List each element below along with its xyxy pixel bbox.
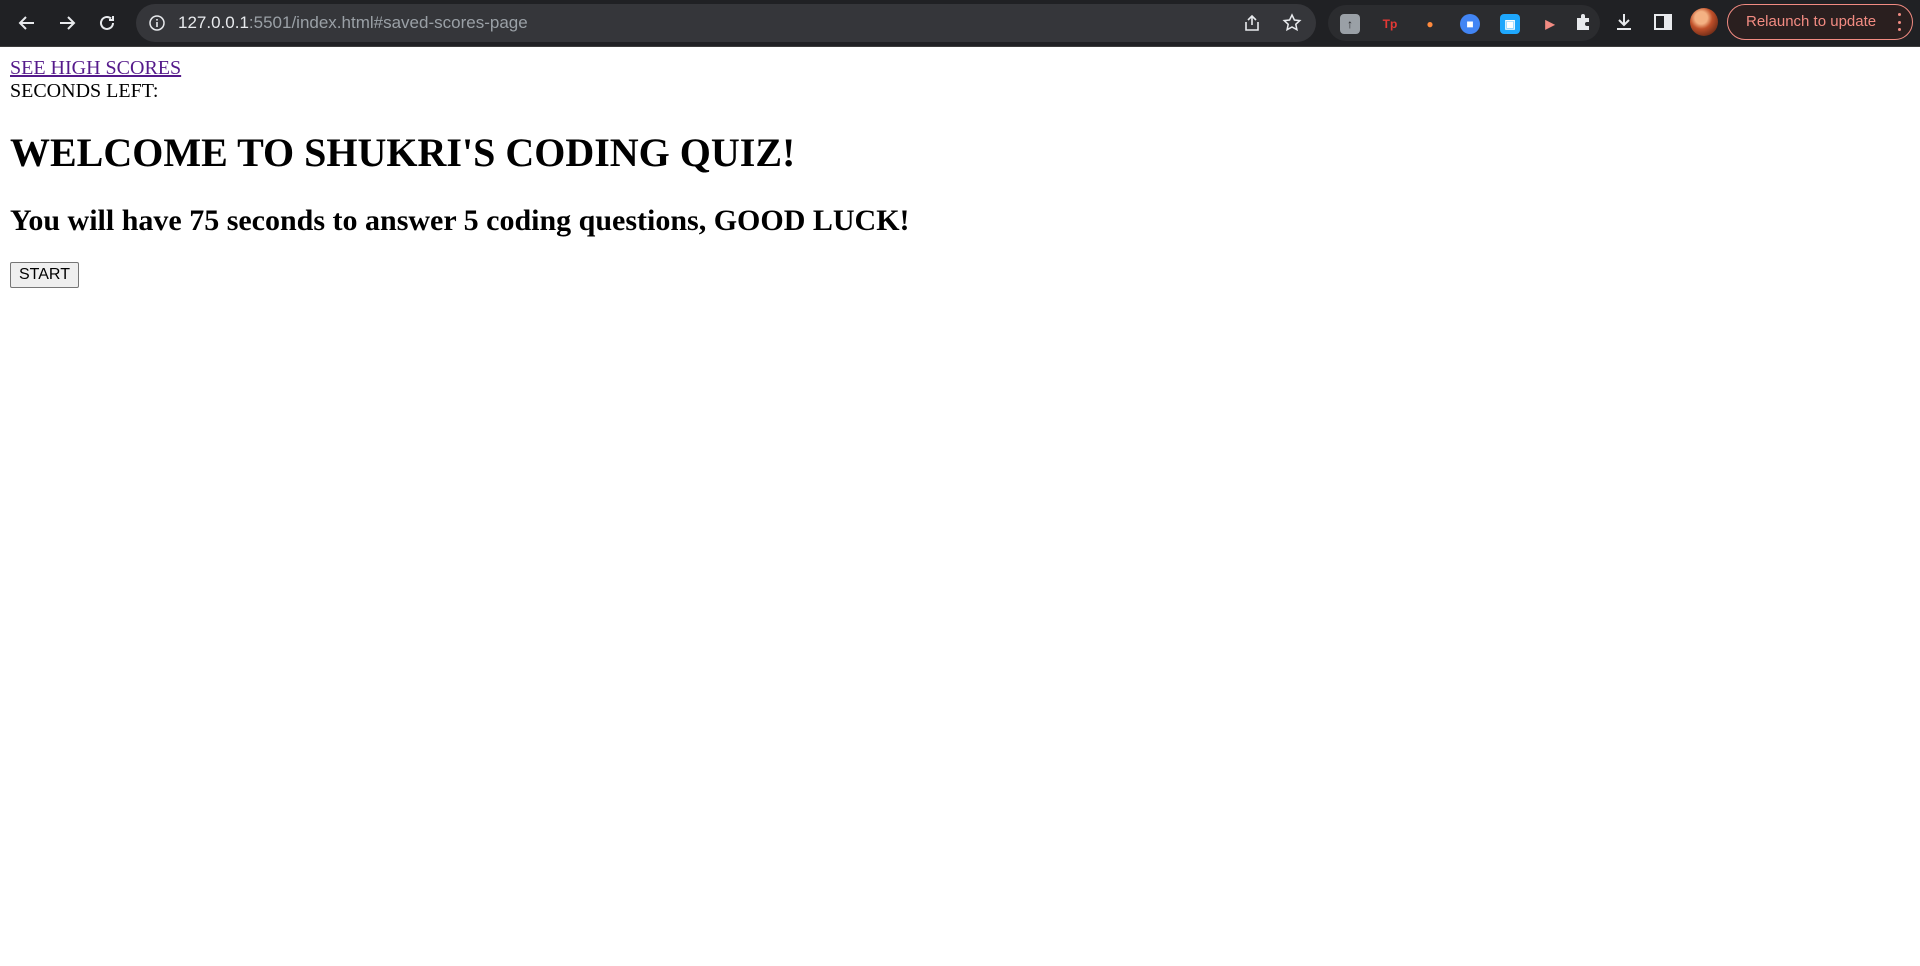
extension-icon-3[interactable]: ● xyxy=(1420,14,1440,34)
profile-avatar[interactable] xyxy=(1690,8,1718,36)
reload-button[interactable] xyxy=(90,6,124,40)
share-icon[interactable] xyxy=(1242,13,1262,33)
extension-icon-6[interactable]: ▶ xyxy=(1540,14,1560,34)
page-title: WELCOME TO SHUKRI'S CODING QUIZ! xyxy=(10,130,796,175)
extension-icon-5[interactable]: ▣ xyxy=(1500,14,1520,34)
reload-icon xyxy=(100,15,114,30)
extension-docs-icon[interactable]: ■ xyxy=(1460,14,1480,34)
see-high-scores-link[interactable]: SEE HIGH SCORES xyxy=(10,57,181,80)
start-button[interactable]: START xyxy=(10,262,79,288)
url-text: 127.0.0.1:5501/index.html#saved-scores-p… xyxy=(178,13,528,32)
back-arrow-icon xyxy=(18,16,34,30)
bookmark-star-icon[interactable] xyxy=(1282,13,1302,33)
relaunch-label: Relaunch to update xyxy=(1746,13,1877,30)
kebab-menu-icon[interactable] xyxy=(1894,13,1904,31)
extension-icon-1[interactable]: ↑ xyxy=(1340,14,1360,34)
download-icon[interactable] xyxy=(1612,10,1636,34)
page-viewport: SEE HIGH SCORES SECONDS LEFT: WELCOME TO… xyxy=(0,47,1920,966)
side-panel-icon[interactable] xyxy=(1651,10,1675,34)
relaunch-button[interactable]: Relaunch to update xyxy=(1727,4,1913,40)
forward-arrow-icon xyxy=(60,16,76,30)
seconds-left-label: SECONDS LEFT: xyxy=(10,80,159,102)
extensions-puzzle-icon[interactable] xyxy=(1572,10,1596,34)
back-button[interactable] xyxy=(10,6,44,40)
page-subtitle: You will have 75 seconds to answer 5 cod… xyxy=(10,204,910,237)
browser-toolbar: 127.0.0.1:5501/index.html#saved-scores-p… xyxy=(0,0,1920,46)
extension-tp-icon[interactable]: Tp xyxy=(1380,14,1400,34)
site-info-icon[interactable] xyxy=(148,14,166,32)
address-bar[interactable]: 127.0.0.1:5501/index.html#saved-scores-p… xyxy=(136,4,1316,42)
extensions-strip: ↑ Tp ● ■ ▣ ▶ xyxy=(1328,5,1600,41)
forward-button[interactable] xyxy=(50,6,84,40)
